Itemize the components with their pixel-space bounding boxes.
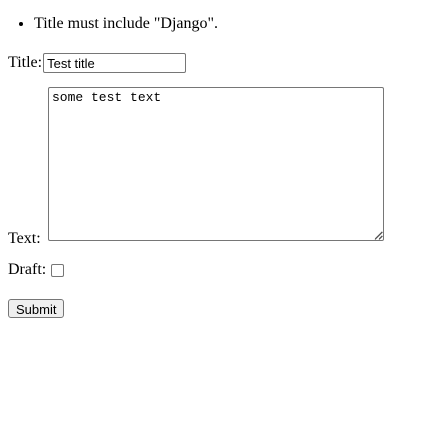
- draft-label: Draft:: [8, 261, 47, 278]
- text-label: Text:: [8, 230, 41, 247]
- title-row: Title:: [8, 52, 187, 74]
- title-input[interactable]: [43, 53, 187, 73]
- draft-row: Draft:: [8, 259, 65, 281]
- submit-button[interactable]: Submit: [8, 299, 65, 318]
- title-label: Title:: [8, 54, 43, 71]
- text-textarea[interactable]: some test text: [48, 87, 384, 241]
- submit-label: Submit: [16, 302, 57, 317]
- error-list: Title must include "Django".: [16, 14, 218, 34]
- draft-checkbox[interactable]: [51, 263, 65, 277]
- resize-grip-icon[interactable]: [374, 231, 383, 240]
- error-item: Title must include "Django".: [34, 14, 218, 34]
- form-page: Title must include "Django". Title: Text…: [0, 0, 431, 433]
